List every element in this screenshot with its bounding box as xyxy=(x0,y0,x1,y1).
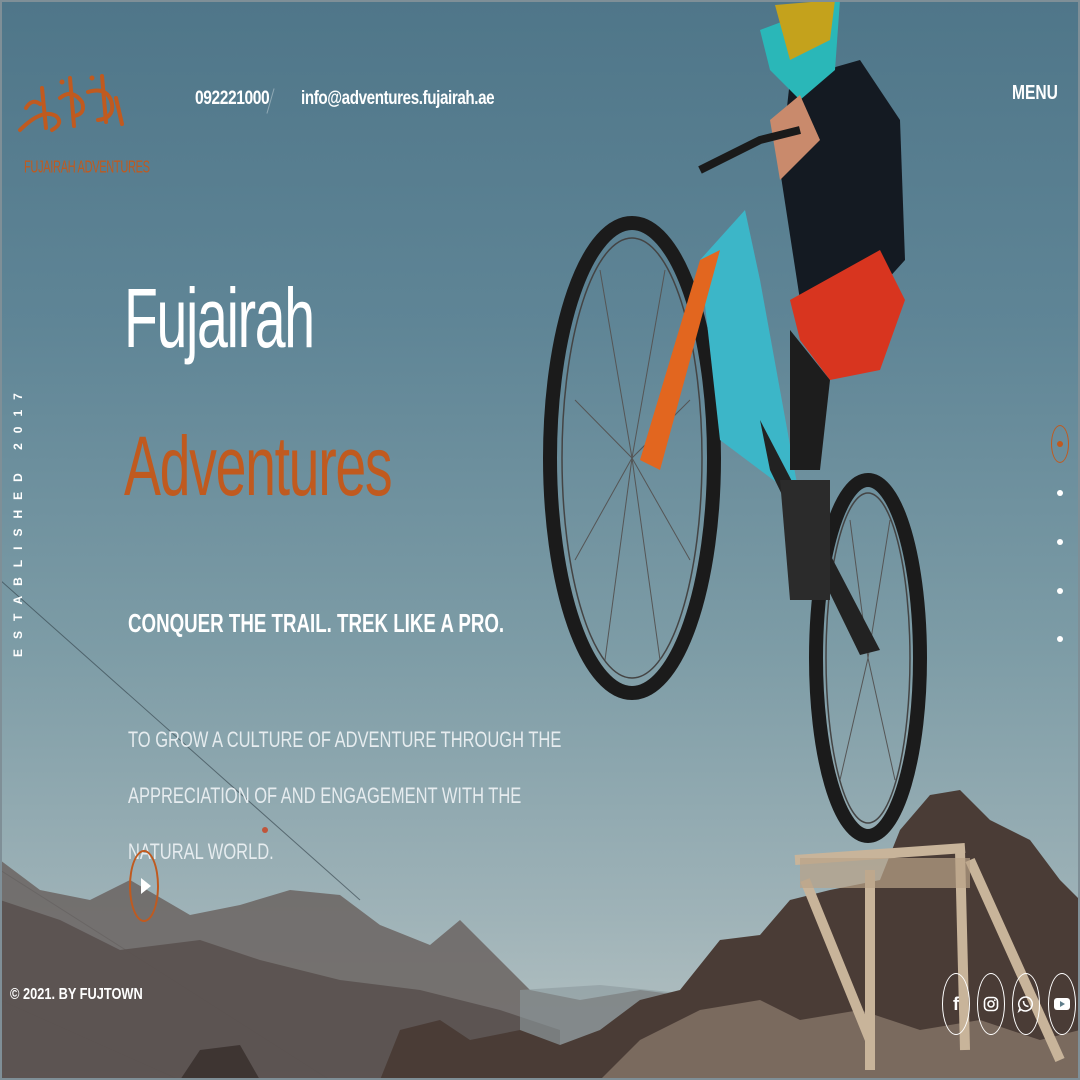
phone-link[interactable]: 092221000 xyxy=(195,88,270,110)
hero-title-line2: Adventures xyxy=(124,419,393,513)
instagram-icon xyxy=(983,996,999,1012)
hero-background-image xyxy=(0,0,1080,1080)
copyright-text: © 2021. BY FUJTOWN xyxy=(10,986,143,1003)
hero-tagline: CONQUER THE TRAIL. TREK LIKE A PRO. xyxy=(128,608,505,638)
instagram-button[interactable] xyxy=(977,973,1005,1035)
slide-dot-3[interactable] xyxy=(1057,539,1063,545)
slide-dot-2[interactable] xyxy=(1057,490,1063,496)
hero-title-line1: Fujairah xyxy=(124,271,315,365)
mountain-biker-photo xyxy=(0,0,1080,1080)
whatsapp-icon xyxy=(1017,996,1034,1013)
whatsapp-button[interactable] xyxy=(1012,973,1040,1035)
facebook-button[interactable]: f xyxy=(942,973,970,1035)
slide-dot-1[interactable] xyxy=(1051,425,1069,463)
slide-dot-5[interactable] xyxy=(1057,636,1063,642)
youtube-icon xyxy=(1054,998,1070,1010)
hero-mission-text: TO GROW A CULTURE OF ADVENTURE THROUGH T… xyxy=(128,727,562,864)
brand-logo[interactable]: FUJAIRAH ADVENTURES xyxy=(12,68,150,183)
play-icon xyxy=(140,878,151,894)
menu-button[interactable]: MENU xyxy=(1012,82,1080,105)
email-link[interactable]: info@adventures.fujairah.ae xyxy=(301,88,495,110)
play-video-button[interactable] xyxy=(129,850,159,922)
menu-label: MENU xyxy=(1012,82,1058,104)
established-vertical-text: ESTABLISHED 2017 xyxy=(11,383,25,657)
facebook-icon: f xyxy=(953,993,959,1014)
arabic-calligraphy-logo xyxy=(18,74,124,132)
logo-wordmark: FUJAIRAH ADVENTURES xyxy=(24,158,150,178)
slide-dot-4[interactable] xyxy=(1057,588,1063,594)
youtube-button[interactable] xyxy=(1048,973,1076,1035)
